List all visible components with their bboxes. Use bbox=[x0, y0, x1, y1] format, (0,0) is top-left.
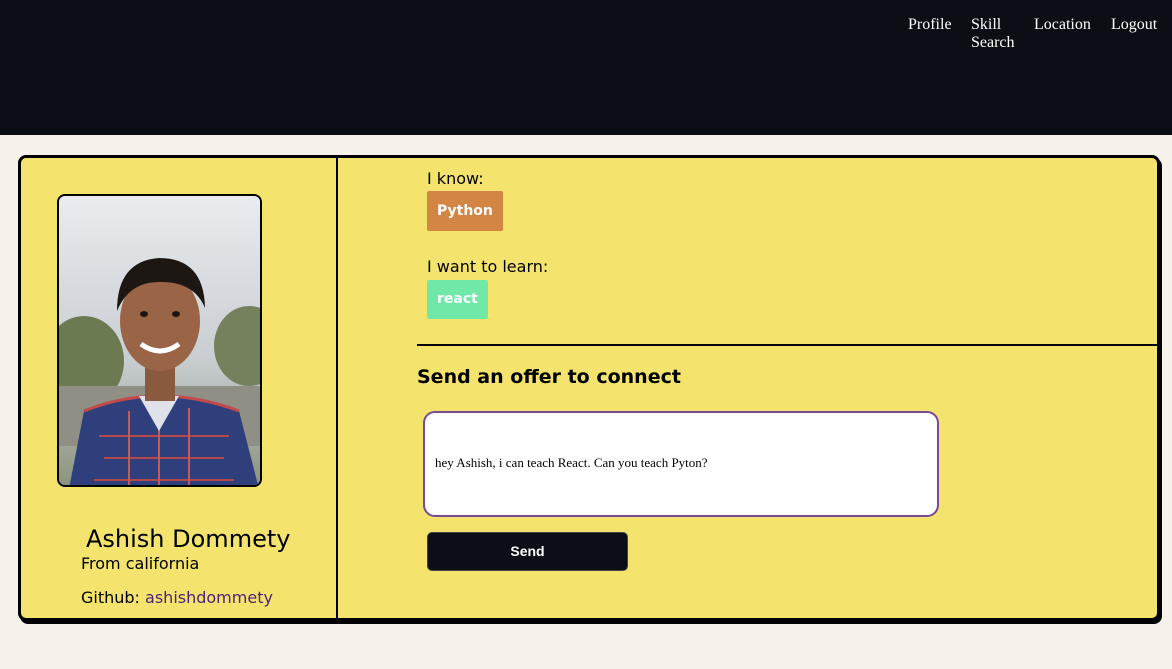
know-label: I know: bbox=[427, 169, 484, 188]
profile-github: Github: ashishdommety bbox=[81, 588, 273, 607]
horizontal-divider bbox=[417, 344, 1157, 346]
github-label: Github: bbox=[81, 588, 146, 607]
profile-photo-image bbox=[59, 196, 260, 485]
nav-skill-search-link[interactable]: Skill Search bbox=[971, 16, 1021, 52]
send-button[interactable]: Send bbox=[427, 532, 628, 571]
github-link[interactable]: ashishdommety bbox=[145, 588, 273, 607]
offer-title: Send an offer to connect bbox=[417, 366, 681, 388]
profile-card: Ashish Dommety From california Github: a… bbox=[18, 155, 1160, 621]
skill-tag-know: Python bbox=[427, 191, 503, 231]
offer-message-input[interactable]: hey Ashish, i can teach React. Can you t… bbox=[423, 411, 939, 517]
profile-name: Ashish Dommety bbox=[86, 525, 291, 553]
top-navbar: Profile Skill Search Location Logout bbox=[0, 0, 1172, 135]
profile-location: From california bbox=[81, 554, 200, 573]
nav-location-link[interactable]: Location bbox=[1034, 16, 1091, 34]
vertical-divider bbox=[336, 158, 338, 618]
skill-tag-learn: react bbox=[427, 280, 488, 319]
learn-label: I want to learn: bbox=[427, 257, 549, 276]
nav-profile-link[interactable]: Profile bbox=[908, 16, 952, 34]
nav-logout-link[interactable]: Logout bbox=[1111, 16, 1157, 34]
profile-photo bbox=[57, 194, 262, 487]
